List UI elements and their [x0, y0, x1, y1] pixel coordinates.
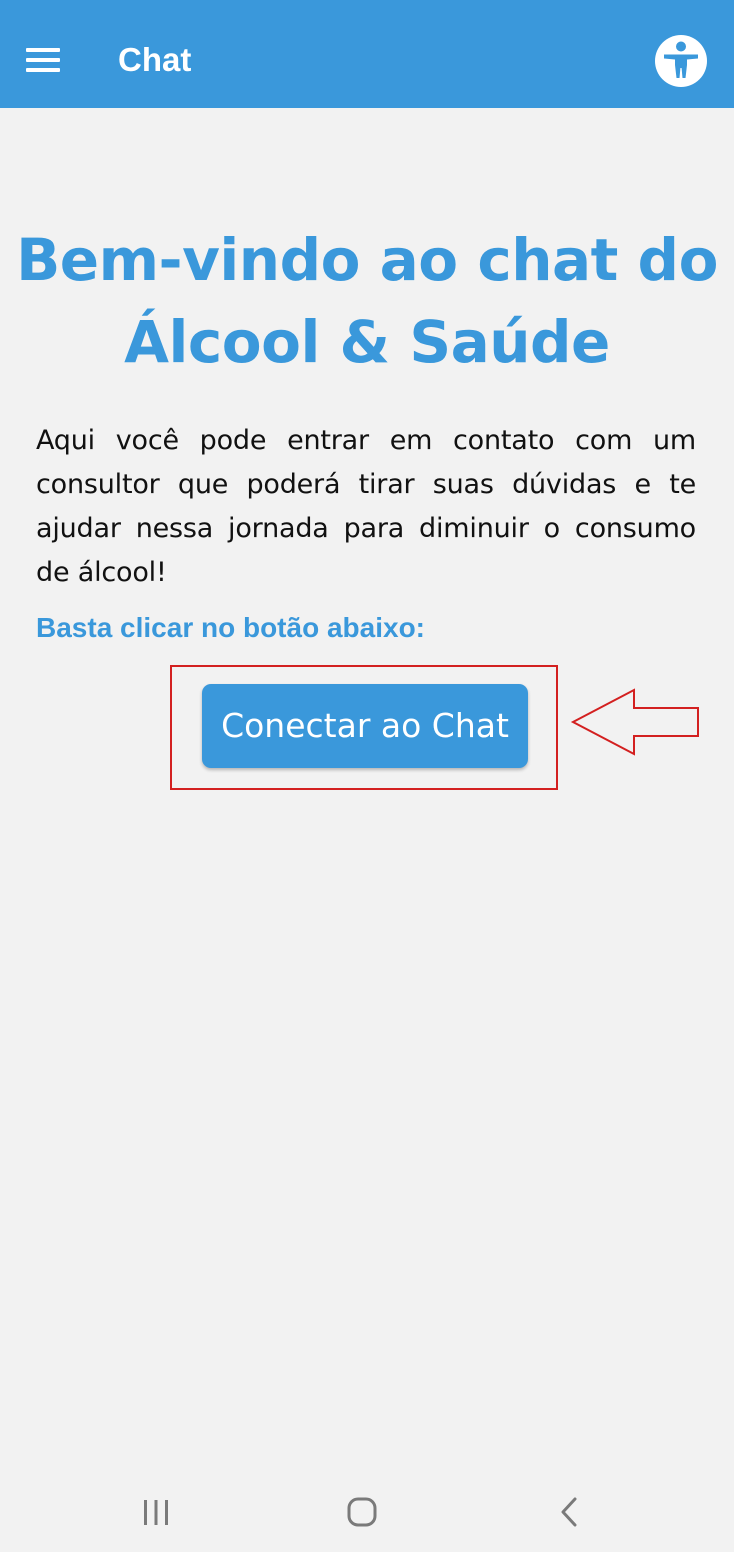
welcome-heading: Bem-vindo ao chat do Álcool & Saúde [0, 219, 734, 383]
recent-apps-button[interactable] [132, 1488, 180, 1536]
recent-apps-icon [144, 1500, 168, 1525]
home-icon [347, 1497, 377, 1527]
left-arrow-outline-icon [570, 688, 699, 756]
welcome-heading-line1: Bem-vindo ao chat do [16, 225, 718, 294]
intro-paragraph: Aqui você pode entrar em contato com um … [36, 425, 696, 588]
instruction-text: Basta clicar no botão abaixo: [36, 612, 425, 643]
page-title: Chat [118, 41, 192, 78]
system-nav-bar [0, 1470, 734, 1552]
welcome-heading-line2: Álcool & Saúde [124, 307, 610, 376]
back-button[interactable] [545, 1488, 593, 1536]
menu-button[interactable] [26, 48, 60, 72]
hamburger-menu-icon [26, 48, 60, 52]
home-button[interactable] [338, 1488, 386, 1536]
accessibility-button[interactable] [654, 34, 708, 88]
connect-chat-button[interactable]: Conectar ao Chat [202, 684, 528, 768]
accessibility-person-icon [655, 35, 707, 87]
app-bar: Chat [0, 0, 734, 108]
back-chevron-icon [561, 1497, 577, 1527]
